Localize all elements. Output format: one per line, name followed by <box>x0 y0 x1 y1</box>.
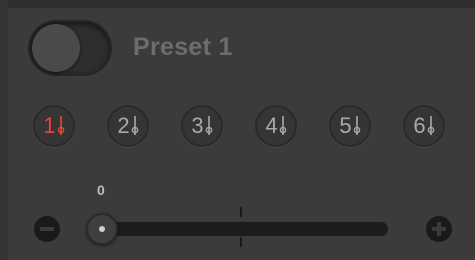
preset-button-2[interactable]: 2 <box>107 105 149 147</box>
preset-panel: Preset 1 1 2 3 4 5 6 0 <box>0 0 475 260</box>
preset-number: 4 <box>265 113 278 138</box>
panel-top-edge <box>0 0 475 8</box>
sort-down-icon <box>57 115 65 137</box>
preset-number: 1 <box>43 113 56 138</box>
slider-thumb[interactable] <box>86 213 118 245</box>
preset-button-4[interactable]: 4 <box>255 105 297 147</box>
preset-number: 2 <box>117 113 130 138</box>
preset-button-5[interactable]: 5 <box>329 105 371 147</box>
slider-value-label: 0 <box>97 182 105 198</box>
preset-number: 5 <box>339 113 352 138</box>
preset-number: 3 <box>191 113 204 138</box>
minus-icon[interactable] <box>34 216 60 242</box>
preset-button-6[interactable]: 6 <box>403 105 445 147</box>
sort-down-icon <box>353 115 361 137</box>
sort-down-icon <box>131 115 139 137</box>
preset-button-3[interactable]: 3 <box>181 105 223 147</box>
sort-down-icon <box>205 115 213 137</box>
preset-button-row: 1 2 3 4 5 6 <box>33 105 445 147</box>
slider-center-tick <box>240 237 242 247</box>
preset-title: Preset 1 <box>133 33 233 61</box>
sort-down-icon <box>279 115 287 137</box>
slider-track[interactable] <box>92 222 388 236</box>
plus-icon[interactable] <box>426 216 452 242</box>
slider-center-tick <box>240 207 242 217</box>
sort-down-icon <box>427 115 435 137</box>
preset-toggle[interactable] <box>30 22 110 74</box>
preset-button-1[interactable]: 1 <box>33 105 75 147</box>
toggle-knob <box>32 24 80 72</box>
panel-left-edge <box>0 0 8 260</box>
preset-number: 6 <box>413 113 426 138</box>
